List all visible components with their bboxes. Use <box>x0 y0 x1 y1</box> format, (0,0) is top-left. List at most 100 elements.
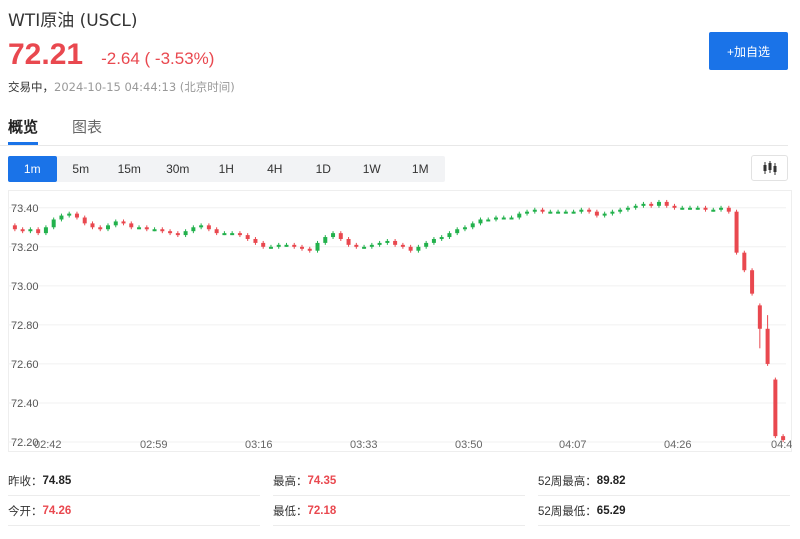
stat-52w-high: 52周最高： 89.82 <box>538 466 790 496</box>
candle-up <box>695 207 700 210</box>
candle-down <box>587 209 592 212</box>
candle-down <box>742 252 747 271</box>
x-tick-label: 04:26 <box>664 439 692 451</box>
candle-up <box>67 213 72 216</box>
timestamp: 2024-10-15 04:44:13 (北京时间) <box>54 80 235 94</box>
candle-down <box>144 227 149 230</box>
candle-up <box>59 215 64 220</box>
candle-down <box>175 233 180 236</box>
candle-up <box>323 237 328 243</box>
candle-down <box>206 225 211 230</box>
interval-1m[interactable]: 1m <box>8 156 57 182</box>
tab-chart[interactable]: 图表 <box>72 116 102 137</box>
candle-up <box>416 246 421 251</box>
tab-overview[interactable]: 概览 <box>8 116 38 137</box>
candle-up <box>579 209 584 212</box>
candle-down <box>393 240 398 245</box>
x-tick-label: 02:42 <box>34 439 62 451</box>
candle-down <box>672 205 677 208</box>
candle-up <box>610 211 615 214</box>
candle-up <box>470 223 475 228</box>
candle-down <box>12 225 17 230</box>
candle-down <box>90 223 95 228</box>
candle-down <box>664 201 669 206</box>
candle-down <box>300 246 304 249</box>
candle-up <box>377 242 382 245</box>
candle-down <box>98 227 103 230</box>
candle-up <box>315 242 320 251</box>
candle-down <box>781 436 786 441</box>
candle-down <box>307 248 312 251</box>
candle-up <box>478 219 483 224</box>
candle-down <box>408 246 413 251</box>
candle-down <box>214 229 219 234</box>
x-tick-label: 03:16 <box>245 439 273 451</box>
interval-1h[interactable]: 1H <box>202 156 251 182</box>
candle-down <box>594 211 599 216</box>
candle-up <box>28 229 33 232</box>
candle-up <box>525 211 530 214</box>
candle-up <box>199 225 204 228</box>
candle-up <box>431 238 436 243</box>
stat-open: 今开： 74.26 <box>8 496 260 526</box>
price-row: 72.21 -2.64 ( -3.53%) <box>8 38 214 72</box>
y-tick-label: 73.20 <box>11 242 39 254</box>
candle-up <box>719 207 724 210</box>
candle-down <box>74 213 79 218</box>
add-to-watchlist-button[interactable]: +加自选 <box>709 32 788 70</box>
candle-up <box>556 211 561 214</box>
candle-down <box>649 203 654 206</box>
interval-4h[interactable]: 4H <box>251 156 300 182</box>
candle-down <box>354 244 359 247</box>
candle-up <box>137 227 142 230</box>
candle-up <box>563 211 568 214</box>
candle-up <box>331 233 336 238</box>
instrument-title: WTI原油 (USCL) <box>8 11 138 31</box>
candle-up <box>656 201 661 206</box>
interval-1month[interactable]: 1M <box>396 156 445 182</box>
candle-down <box>346 238 351 245</box>
stat-low: 最低： 72.18 <box>273 496 525 526</box>
candle-down <box>540 209 545 212</box>
interval-1w[interactable]: 1W <box>348 156 397 182</box>
stat-52w-low: 52周最低： 65.29 <box>538 496 790 526</box>
candle-down <box>773 379 778 437</box>
candle-up <box>548 211 553 214</box>
candle-up <box>230 233 235 236</box>
candle-down <box>338 233 343 239</box>
candle-down <box>726 207 731 212</box>
candle-down <box>400 244 405 247</box>
candle-up <box>447 233 452 238</box>
candle-up <box>51 219 56 228</box>
candle-up <box>509 217 514 220</box>
interval-15m[interactable]: 15m <box>105 156 154 182</box>
x-tick-label: 04:07 <box>559 439 587 451</box>
interval-1d[interactable]: 1D <box>299 156 348 182</box>
candle-down <box>734 211 739 253</box>
active-tab-indicator <box>8 142 38 145</box>
x-tick-label: 04:4 <box>771 439 792 451</box>
candle-up <box>641 203 646 206</box>
candle-down <box>121 221 126 224</box>
interval-30m[interactable]: 30m <box>154 156 203 182</box>
chart-type-button[interactable] <box>751 155 788 181</box>
x-tick-label: 03:50 <box>455 439 483 451</box>
chart-frame <box>8 190 792 452</box>
candle-down <box>703 207 708 210</box>
y-tick-label: 73.00 <box>11 281 39 293</box>
candle-down <box>168 231 173 234</box>
candle-up <box>43 227 48 234</box>
price-chart[interactable]: 73.4073.2073.0072.8072.6072.4072.2002:42… <box>8 190 792 452</box>
tab-bar: 概览 图表 <box>0 110 788 146</box>
candle-down <box>750 270 755 294</box>
candle-up <box>517 213 522 218</box>
candle-up <box>152 229 157 232</box>
status-text: 交易中， <box>8 80 54 94</box>
y-tick-label: 72.80 <box>11 320 39 332</box>
candle-down <box>129 223 134 228</box>
interval-selector: 1m 5m 15m 30m 1H 4H 1D 1W 1M <box>8 156 445 182</box>
y-tick-label: 73.40 <box>11 203 39 215</box>
candle-up <box>602 213 607 216</box>
candle-up <box>284 244 289 247</box>
interval-5m[interactable]: 5m <box>57 156 106 182</box>
